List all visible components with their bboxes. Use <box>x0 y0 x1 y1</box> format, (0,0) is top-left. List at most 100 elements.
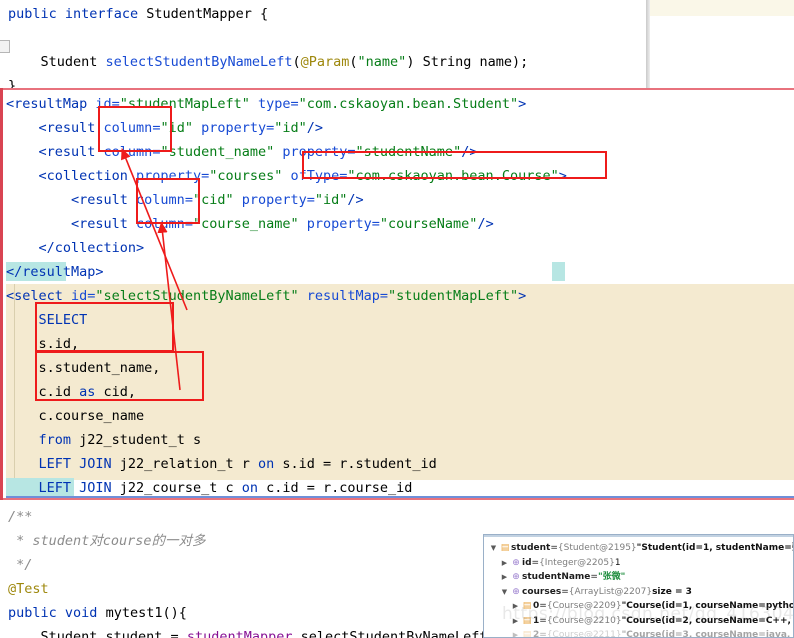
debugger-row[interactable]: ▶ ⊕ id = {Integer@2205} 1 <box>488 556 793 571</box>
code-token: j22_student_t s <box>71 432 202 448</box>
code-token: (){ <box>162 605 187 621</box>
mapper-xml-line-6: </collection> <box>6 236 567 260</box>
code-token: <result <box>6 120 104 136</box>
debugger-var-type: {Integer@2205} <box>539 557 615 568</box>
debugger-var-value: "Course(id=3, courseName=java, students=… <box>621 630 793 638</box>
editor-gutter-marker[interactable] <box>0 40 10 53</box>
debugger-variable-list[interactable]: ▼ ▤ student = {Student@2195} "Student(id=1… <box>484 535 793 638</box>
mapper-xml-line-2: <result column="student_name" property="… <box>6 140 567 164</box>
code-token: <collection <box>6 168 137 184</box>
expanded-twisty-icon[interactable]: ▼ <box>499 585 510 600</box>
code-token: "studentName" <box>355 144 462 160</box>
code-token: /** <box>8 509 33 525</box>
debugger-row[interactable]: ▶ ▤ 2 = {Course@2211} "Course(id=3, course… <box>488 628 793 638</box>
code-token: interface <box>64 6 139 22</box>
code-token: </collection> <box>6 240 145 256</box>
mapper-xml-line-4: <result column="cid" property="id"/> <box>6 188 567 212</box>
java-interface-line-2: Student selectStudentByNameLeft(@Param("… <box>8 50 646 74</box>
code-token: j22_relation_t r <box>111 456 258 472</box>
mapper-xml-editor[interactable]: <resultMap id="studentMapLeft" type="com… <box>0 88 794 500</box>
debugger-var-value: "张微" <box>597 572 626 582</box>
code-token: s.id = r.student_id <box>274 456 437 472</box>
debugger-row[interactable]: ▶ ⊕ studentName = "张微" <box>488 570 793 585</box>
code-token: ( <box>349 54 358 70</box>
code-token: "studentMapLeft" <box>388 288 519 304</box>
code-token: "com.cskaoyan.bean.Course" <box>347 168 559 184</box>
code-token: /> <box>461 144 478 160</box>
debugger-row[interactable]: ▼ ⊕ courses = {ArrayList@2207} size = 3 <box>488 585 793 600</box>
code-token: ( <box>292 54 301 70</box>
debugger-row[interactable]: ▶ ▤ 0 = {Course@2209} "Course(id=1, course… <box>488 599 793 614</box>
sql-line-0: SELECT <box>6 308 567 332</box>
mapper-xml-line-0: <resultMap id="studentMapLeft" type="com… <box>6 92 567 116</box>
debugger-row[interactable]: ▶ ▤ 1 = {Course@2210} "Course(id=2, course… <box>488 614 793 629</box>
code-token: "name" <box>357 54 407 70</box>
field-icon: ⊕ <box>512 557 520 568</box>
code-token: on <box>241 480 258 496</box>
code-token: <result <box>6 192 137 208</box>
code-token: @Param <box>300 54 350 70</box>
code-token: > <box>558 168 567 184</box>
code-token: c.id <box>6 384 80 400</box>
java-interface-code: public interface StudentMapper { Student… <box>0 0 646 92</box>
code-token: selectStudentByNameLeft <box>105 54 293 70</box>
code-token: @Test <box>8 581 49 597</box>
list-icon: ▤ <box>522 615 532 626</box>
code-token: <result <box>6 144 104 160</box>
java-test-line-4: public void mytest1(){ <box>8 601 555 625</box>
debugger-var-value: "Student(id=1, studentName=张微, courses=[… <box>636 543 793 553</box>
code-token: id= <box>95 96 120 112</box>
code-token: </resultMap> <box>6 264 104 280</box>
code-token: LEFT JOIN <box>38 456 112 472</box>
sql-line-2: s.student_name, <box>6 356 567 380</box>
debugger-var-type: {Course@2209} <box>546 601 622 611</box>
collapsed-twisty-icon[interactable]: ▶ <box>510 614 521 629</box>
java-test-line-5: Student student = studentMapper.selectSt… <box>8 625 556 638</box>
java-test-line-3: @Test <box>8 577 555 601</box>
field-icon: ⊕ <box>512 572 520 582</box>
code-token: as <box>79 384 96 400</box>
code-token: public <box>8 6 57 22</box>
collapsed-twisty-icon[interactable]: ▶ <box>499 556 510 571</box>
code-token: column= <box>103 144 161 160</box>
debugger-var-value: size = 3 <box>652 586 692 597</box>
debugger-var-value: "Course(id=2, courseName=C++, students=n… <box>621 615 793 626</box>
ide-screenshot: public interface StudentMapper { Student… <box>0 0 794 638</box>
debugger-var-name: id <box>522 557 532 568</box>
debugger-var-type: {Course@2210} <box>546 615 622 626</box>
code-token: "courseName" <box>379 216 478 232</box>
sql-line-3: c.id as cid, <box>6 380 567 404</box>
debugger-var-type: {ArrayList@2207} <box>568 586 653 597</box>
code-token: Student student = <box>8 629 187 638</box>
code-token: property= <box>136 168 210 184</box>
code-token: /> <box>347 192 364 208</box>
debugger-equals: = <box>590 572 598 582</box>
debugger-row[interactable]: ▼ ▤ student = {Student@2195} "Student(id=1… <box>488 541 793 556</box>
mapper-xml-code: <resultMap id="studentMapLeft" type="com… <box>6 92 567 498</box>
collapsed-twisty-icon[interactable]: ▶ <box>499 570 510 585</box>
list-icon: ▤ <box>500 543 510 553</box>
code-token: <result <box>6 216 137 232</box>
code-token: void <box>64 605 98 621</box>
sql-line-4: c.course_name <box>6 404 567 428</box>
expanded-twisty-icon[interactable]: ▼ <box>488 541 499 556</box>
debugger-variables-panel[interactable]: ▼ ▤ student = {Student@2195} "Student(id=1… <box>483 534 794 638</box>
list-icon: ▤ <box>522 601 532 611</box>
java-interface-editor[interactable]: public interface StudentMapper { Student… <box>0 0 646 92</box>
code-token: column= <box>136 216 193 232</box>
debugger-var-value: "Course(id=1, courseName=python, student… <box>621 601 794 611</box>
code-token: /> <box>477 216 494 232</box>
pane-splitter[interactable] <box>646 0 650 92</box>
code-token: mytest1 <box>105 605 163 621</box>
code-token: Student <box>8 54 106 70</box>
list-icon: ▤ <box>522 630 532 638</box>
sql-line-1: s.id, <box>6 332 567 356</box>
collapsed-twisty-icon[interactable]: ▶ <box>510 628 521 637</box>
mapper-xml-line-3: <collection property="courses" ofType="c… <box>6 164 567 188</box>
code-token: SELECT <box>6 312 88 328</box>
code-token: s.student_name, <box>6 360 161 376</box>
collapsed-twisty-icon[interactable]: ▶ <box>510 599 521 614</box>
